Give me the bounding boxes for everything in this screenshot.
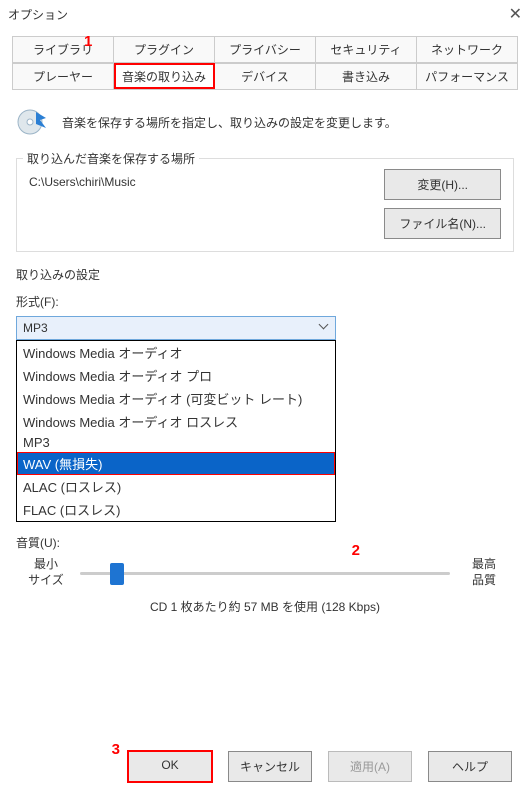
format-option[interactable]: FLAC (ロスレス) (17, 498, 335, 521)
tab-body: 2 音楽を保存する場所を指定し、取り込みの設定を変更します。 取り込んだ音楽を保… (0, 90, 530, 737)
quality-slider[interactable] (80, 561, 450, 585)
format-option[interactable]: ALAC (ロスレス) (17, 475, 335, 498)
slider-max-l1: 最高 (460, 557, 508, 573)
annotation-marker-2: 2 (352, 542, 360, 559)
apply-button[interactable]: 適用(A) (328, 751, 412, 782)
slider-min-label: 最小 サイズ (22, 557, 70, 588)
cd-rip-icon (16, 104, 52, 140)
tab-row-2: プレーヤー 音楽の取り込み デバイス 書き込み パフォーマンス (12, 63, 518, 90)
tab-player[interactable]: プレーヤー (12, 63, 114, 89)
help-button[interactable]: ヘルプ (428, 751, 512, 782)
slider-min-l1: 最小 (22, 557, 70, 573)
chevron-down-icon (320, 321, 330, 331)
rip-settings-section: 取り込みの設定 形式(F): MP3 Windows Media オーディオ W… (16, 266, 514, 615)
tab-library[interactable]: ライブラリ (12, 36, 114, 62)
tab-performance[interactable]: パフォーマンス (417, 63, 518, 89)
slider-max-l2: 品質 (460, 573, 508, 589)
quality-label: 音質(U): (16, 534, 514, 551)
format-combo[interactable]: MP3 (16, 316, 336, 340)
cancel-button[interactable]: キャンセル (228, 751, 312, 782)
change-button[interactable]: 変更(H)... (384, 169, 501, 200)
format-option[interactable]: MP3 (17, 433, 335, 452)
annotation-marker-1: 1 (84, 33, 92, 50)
ok-button[interactable]: OK (128, 751, 212, 782)
slider-rail (80, 572, 450, 575)
tab-plugins[interactable]: プラグイン (114, 36, 215, 62)
titlebar: オプション ✕ (0, 0, 530, 28)
header-row: 音楽を保存する場所を指定し、取り込みの設定を変更します。 (16, 104, 514, 140)
header-description: 音楽を保存する場所を指定し、取り込みの設定を変更します。 (62, 114, 397, 131)
slider-min-l2: サイズ (22, 573, 70, 589)
rip-settings-title: 取り込みの設定 (16, 266, 514, 283)
tab-security[interactable]: セキュリティ (316, 36, 417, 62)
filename-button[interactable]: ファイル名(N)... (384, 208, 501, 239)
format-combo-value: MP3 (16, 316, 336, 340)
format-option-selected[interactable]: WAV (無損失) (17, 452, 335, 475)
tab-burn[interactable]: 書き込み (316, 63, 417, 89)
format-label: 形式(F): (16, 293, 514, 310)
format-option[interactable]: Windows Media オーディオ (17, 341, 335, 364)
annotation-marker-3: 3 (112, 741, 120, 758)
save-path-text: C:\Users\chiri\Music (29, 169, 374, 189)
format-option[interactable]: Windows Media オーディオ (可変ビット レート) (17, 387, 335, 410)
tab-privacy[interactable]: プライバシー (215, 36, 316, 62)
save-location-title: 取り込んだ音楽を保存する場所 (23, 150, 199, 167)
slider-thumb[interactable] (110, 563, 124, 585)
window-title: オプション (8, 6, 509, 23)
tabs-region: 1 ライブラリ プラグイン プライバシー セキュリティ ネットワーク プレーヤー… (0, 28, 530, 90)
format-option[interactable]: Windows Media オーディオ ロスレス (17, 410, 335, 433)
dialog-footer: 3 OK キャンセル 適用(A) ヘルプ (0, 737, 530, 800)
format-dropdown: Windows Media オーディオ Windows Media オーディオ … (16, 340, 336, 522)
tab-rip-music[interactable]: 音楽の取り込み (114, 63, 215, 89)
close-icon[interactable]: ✕ (509, 4, 522, 24)
tab-devices[interactable]: デバイス (215, 63, 316, 89)
quality-slider-row: 最小 サイズ 最高 品質 (22, 557, 508, 588)
slider-max-label: 最高 品質 (460, 557, 508, 588)
format-option[interactable]: Windows Media オーディオ プロ (17, 364, 335, 387)
tab-network[interactable]: ネットワーク (417, 36, 518, 62)
size-estimate: CD 1 枚あたり約 57 MB を使用 (128 Kbps) (16, 598, 514, 615)
save-location-group: 取り込んだ音楽を保存する場所 C:\Users\chiri\Music 変更(H… (16, 158, 514, 252)
